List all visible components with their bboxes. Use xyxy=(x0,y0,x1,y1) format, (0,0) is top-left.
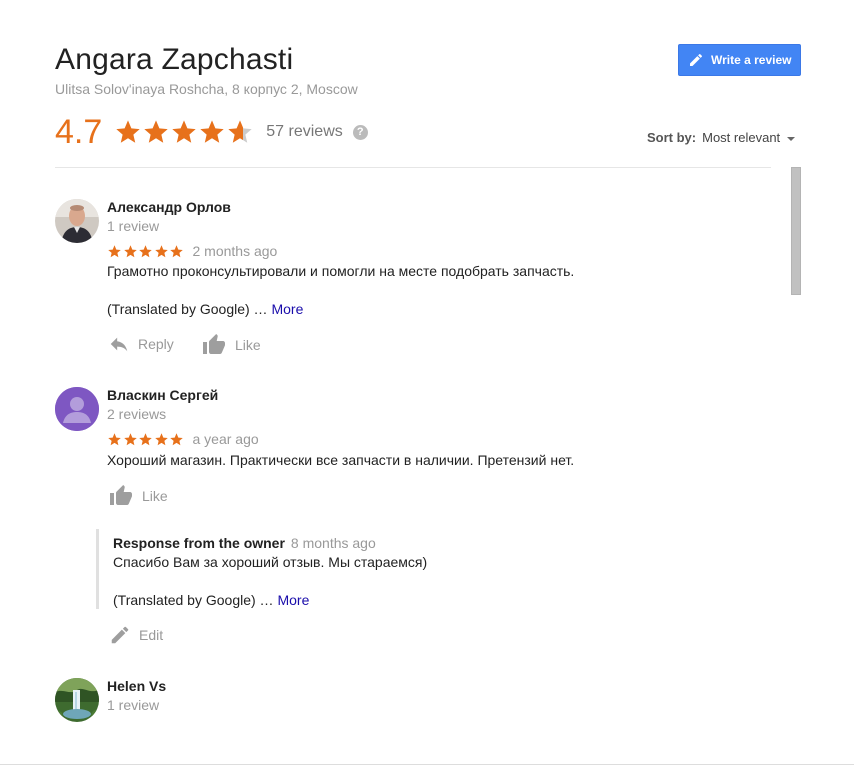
translated-note: (Translated by Google) … More xyxy=(107,301,303,317)
star-icon xyxy=(144,120,168,143)
sort-label: Sort by: xyxy=(647,130,697,145)
reply-icon xyxy=(110,337,128,352)
reviewer-review-count[interactable]: 1 review xyxy=(107,218,159,234)
header-divider xyxy=(55,167,771,168)
star-icon xyxy=(172,120,196,143)
reply-label: Reply xyxy=(138,336,174,352)
help-icon[interactable]: ? xyxy=(352,124,368,140)
star-icon xyxy=(170,244,183,257)
like-label: Like xyxy=(142,488,168,504)
write-review-label: Write a review xyxy=(711,53,792,67)
more-link[interactable]: More xyxy=(271,301,303,317)
sort-dropdown[interactable]: Sort by: Most relevant xyxy=(647,130,796,145)
write-review-button[interactable]: Write a review xyxy=(678,44,801,76)
half-star-icon xyxy=(228,120,252,143)
sort-value: Most relevant xyxy=(702,130,781,145)
rating-value: 4.7 xyxy=(55,112,103,151)
edit-label: Edit xyxy=(139,627,164,643)
like-button[interactable]: Like xyxy=(108,484,168,508)
owner-response-header: Response from the owner 8 months ago xyxy=(113,535,376,551)
review-date: 2 months ago xyxy=(192,243,278,259)
rating-summary: 4.7 57 reviews ? xyxy=(55,112,368,152)
owner-response-date: 8 months ago xyxy=(290,535,376,551)
reviewer-review-count[interactable]: 2 reviews xyxy=(107,406,166,422)
review-stars: 2 months ago xyxy=(107,243,277,259)
caret-down-icon xyxy=(787,136,796,141)
user-photo-icon xyxy=(55,199,99,243)
star-icon xyxy=(139,432,152,445)
star-icon xyxy=(123,244,137,257)
review-count[interactable]: 57 reviews xyxy=(266,123,342,141)
review-date: a year ago xyxy=(192,431,259,447)
pencil-icon xyxy=(690,53,703,66)
waterfall-photo-icon xyxy=(55,678,99,722)
scrollbar-thumb[interactable] xyxy=(791,167,801,295)
translated-note: (Translated by Google) … More xyxy=(113,592,309,608)
thumbs-up-icon xyxy=(110,485,132,505)
translated-label: (Translated by Google) … xyxy=(113,592,278,608)
star-icon xyxy=(200,120,224,143)
star-icon xyxy=(108,432,121,445)
like-label: Like xyxy=(235,337,261,353)
star-icon xyxy=(154,432,168,445)
review-text: Хороший магазин. Практически все запчаст… xyxy=(107,452,575,468)
owner-response-text: Спасибо Вам за хороший отзыв. Мы стараем… xyxy=(113,554,428,570)
owner-response-title: Response from the owner xyxy=(113,535,285,551)
reviewer-name[interactable]: Власкин Сергей xyxy=(107,387,218,403)
star-icon xyxy=(116,120,140,143)
place-address: Ulitsa Solov'inaya Roshcha, 8 корпус 2, … xyxy=(55,81,358,97)
reviewer-name[interactable]: Александр Орлов xyxy=(107,199,231,215)
pencil-icon xyxy=(111,626,129,644)
default-avatar-icon xyxy=(55,387,99,431)
more-link[interactable]: More xyxy=(277,592,309,608)
star-icon xyxy=(108,244,121,257)
star-icon xyxy=(170,432,183,445)
thumbs-up-icon xyxy=(203,334,225,354)
owner-response-bar xyxy=(96,529,99,609)
edit-button[interactable]: Edit xyxy=(109,624,163,646)
place-title: Angara Zapchasti xyxy=(55,43,294,76)
review-text: Грамотно проконсультировали и помогли на… xyxy=(107,263,575,279)
reviewer-name[interactable]: Helen Vs xyxy=(107,678,166,694)
rating-stars xyxy=(114,118,254,146)
avatar[interactable] xyxy=(55,678,99,722)
like-button[interactable]: Like xyxy=(201,333,261,357)
avatar[interactable] xyxy=(55,199,99,243)
star-icon xyxy=(139,244,152,257)
star-icon xyxy=(123,432,137,445)
reviewer-review-count[interactable]: 1 review xyxy=(107,697,159,713)
avatar[interactable] xyxy=(55,387,99,431)
star-icon xyxy=(154,244,168,257)
review-stars: a year ago xyxy=(107,431,259,447)
translated-label: (Translated by Google) … xyxy=(107,301,272,317)
reply-button[interactable]: Reply xyxy=(108,333,174,355)
